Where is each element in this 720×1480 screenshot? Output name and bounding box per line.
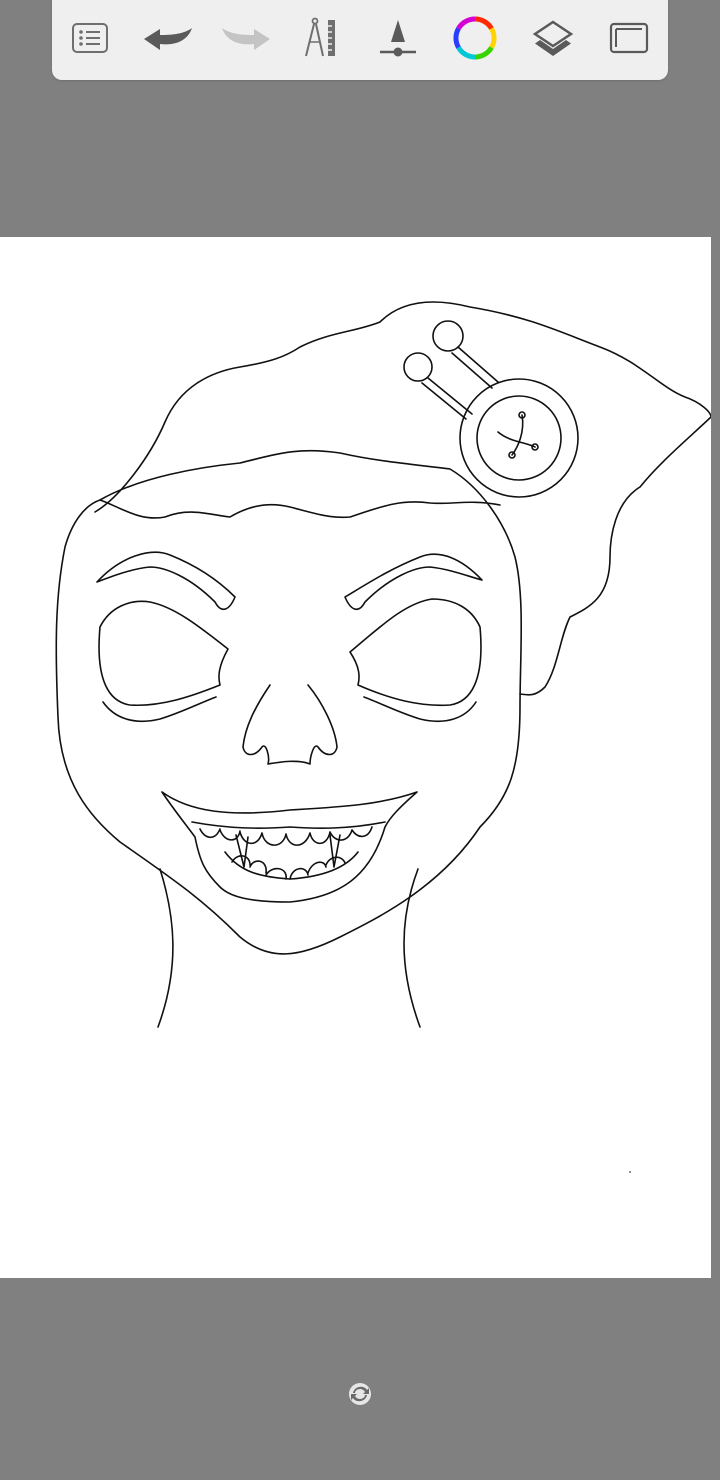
color-wheel-icon [453,16,497,60]
list-button[interactable] [62,10,118,66]
canvas-orientation-icon [349,1383,371,1405]
neck-left [157,868,174,1028]
hair-outline [94,301,711,696]
right-eye [349,598,482,707]
brush-size-button[interactable] [370,10,426,66]
hair-bangs [99,499,501,519]
redo-button[interactable] [218,10,274,66]
ruler-button[interactable] [292,10,348,66]
ruler-compass-icon [305,17,335,57]
fullscreen-button[interactable] [601,10,657,66]
list-icon [72,23,108,53]
drawing-canvas[interactable] [0,237,711,1278]
mouth-outer [161,791,418,903]
color-button[interactable] [447,10,503,66]
fullscreen-icon [609,22,649,54]
redo-icon [222,28,270,50]
button-inner [476,395,562,481]
line-art-drawing [55,301,711,1173]
left-eyebrow [96,551,236,611]
top-toolbar [52,0,668,80]
neck-right [403,868,421,1028]
left-eye [98,600,229,707]
undo-button[interactable] [140,10,196,66]
nose [242,684,338,765]
canvas-orientation-button[interactable] [346,1380,374,1408]
layers-button[interactable] [525,10,581,66]
right-eyebrow [344,553,483,611]
teeth-upper [191,821,386,829]
undo-icon [144,28,192,50]
pin-head-2 [403,352,433,382]
brush-size-icon [380,20,416,57]
layers-icon [532,20,574,56]
